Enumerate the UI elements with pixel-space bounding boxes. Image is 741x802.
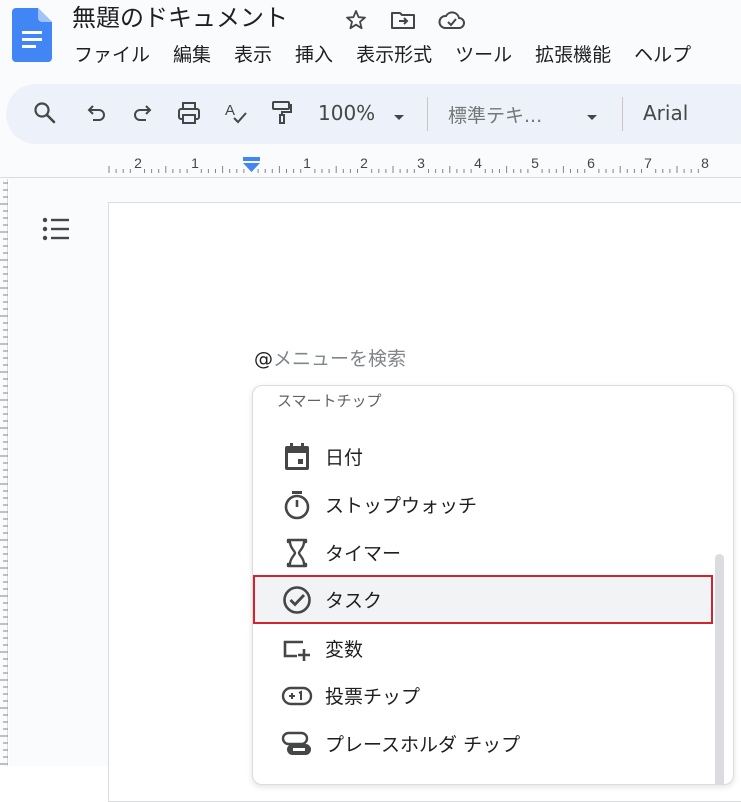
menu-edit[interactable]: 編集 [173,40,211,70]
menu-item-variable[interactable]: 変数 [253,625,713,671]
ruler-label: 5 [531,155,539,171]
redo-icon[interactable] [131,100,155,130]
search-menus-icon[interactable] [33,100,57,130]
font-select[interactable]: Arial [643,101,688,125]
ruler-label: 6 [587,155,595,171]
search-placeholder: メニューを検索 [273,348,407,370]
ruler-label: 4 [474,155,482,171]
spellcheck-icon[interactable]: A [223,100,249,130]
ruler-label: 1 [191,155,199,171]
placeholder-chip-icon [281,729,313,763]
menu-item-timer[interactable]: タイマー [253,529,713,575]
print-icon[interactable] [176,100,202,130]
svg-text:A: A [225,102,235,119]
stopwatch-icon [281,490,313,524]
voting-chip-icon [281,681,313,715]
vertical-ruler[interactable] [0,179,8,766]
menu-item-label: ストップウォッチ [325,495,478,517]
ruler-label: 8 [701,155,709,171]
zoom-dropdown-icon[interactable] [392,108,406,127]
menu-item-label: タイマー [325,543,402,565]
menu-item-voting-chip[interactable]: 投票チップ [253,672,713,718]
ruler-label: 2 [134,155,142,171]
at-menu-search-input[interactable]: @メニューを検索 [254,344,406,371]
menu-item-label: 変数 [325,639,364,661]
hourglass-icon [281,538,313,572]
star-icon[interactable] [344,8,368,36]
header: 無題のドキュメント ファイル 編集 表示 挿入 表示形式 ツール 拡張機能 ヘル… [0,0,741,80]
menu-scrollbar[interactable] [715,554,724,784]
menu-tools[interactable]: ツール [455,40,512,70]
menu-bar: ファイル 編集 表示 挿入 表示形式 ツール 拡張機能 ヘルプ [74,40,714,70]
menu-file[interactable]: ファイル [74,40,150,70]
ruler-label: 2 [360,155,368,171]
menu-format[interactable]: 表示形式 [356,40,432,70]
document-outline-icon[interactable] [40,214,72,248]
toolbar-divider [427,97,428,131]
horizontal-ruler[interactable]: 2 1 1 2 3 4 5 6 7 8 [0,146,741,178]
toolbar-divider [622,97,623,131]
menu-item-label: プレースホルダ チップ [325,734,521,756]
menu-insert[interactable]: 挿入 [295,40,333,70]
undo-icon[interactable] [84,100,108,130]
menu-item-label: 日付 [325,447,364,469]
calendar-icon [281,442,313,476]
style-dropdown-icon[interactable] [585,108,599,127]
menu-item-label: 投票チップ [325,686,421,708]
variable-icon [281,634,313,668]
zoom-select[interactable]: 100% [318,101,375,125]
indent-marker-icon[interactable] [243,157,260,172]
menu-item-placeholder-chip[interactable]: プレースホルダ チップ [253,720,713,766]
document-title[interactable]: 無題のドキュメント [72,0,288,33]
menu-extensions[interactable]: 拡張機能 [535,40,611,70]
menu-help[interactable]: ヘルプ [634,40,691,70]
menu-item-date[interactable]: 日付 [253,433,713,479]
paragraph-style-select[interactable]: 標準テキ... [448,101,542,128]
menu-item-stopwatch[interactable]: ストップウォッチ [253,481,713,527]
menu-view[interactable]: 表示 [234,40,272,70]
ruler-label: 1 [303,155,311,171]
at-symbol: @ [254,348,273,370]
move-folder-icon[interactable] [390,8,416,36]
section-label-smart-chips: スマートチップ [277,392,382,410]
ruler-label: 7 [644,155,652,171]
paint-format-icon[interactable] [270,100,294,130]
ruler-label: 3 [417,155,425,171]
cloud-saved-icon[interactable] [437,8,467,36]
docs-logo-icon[interactable] [12,8,52,66]
task-highlight-annotation [253,575,713,624]
